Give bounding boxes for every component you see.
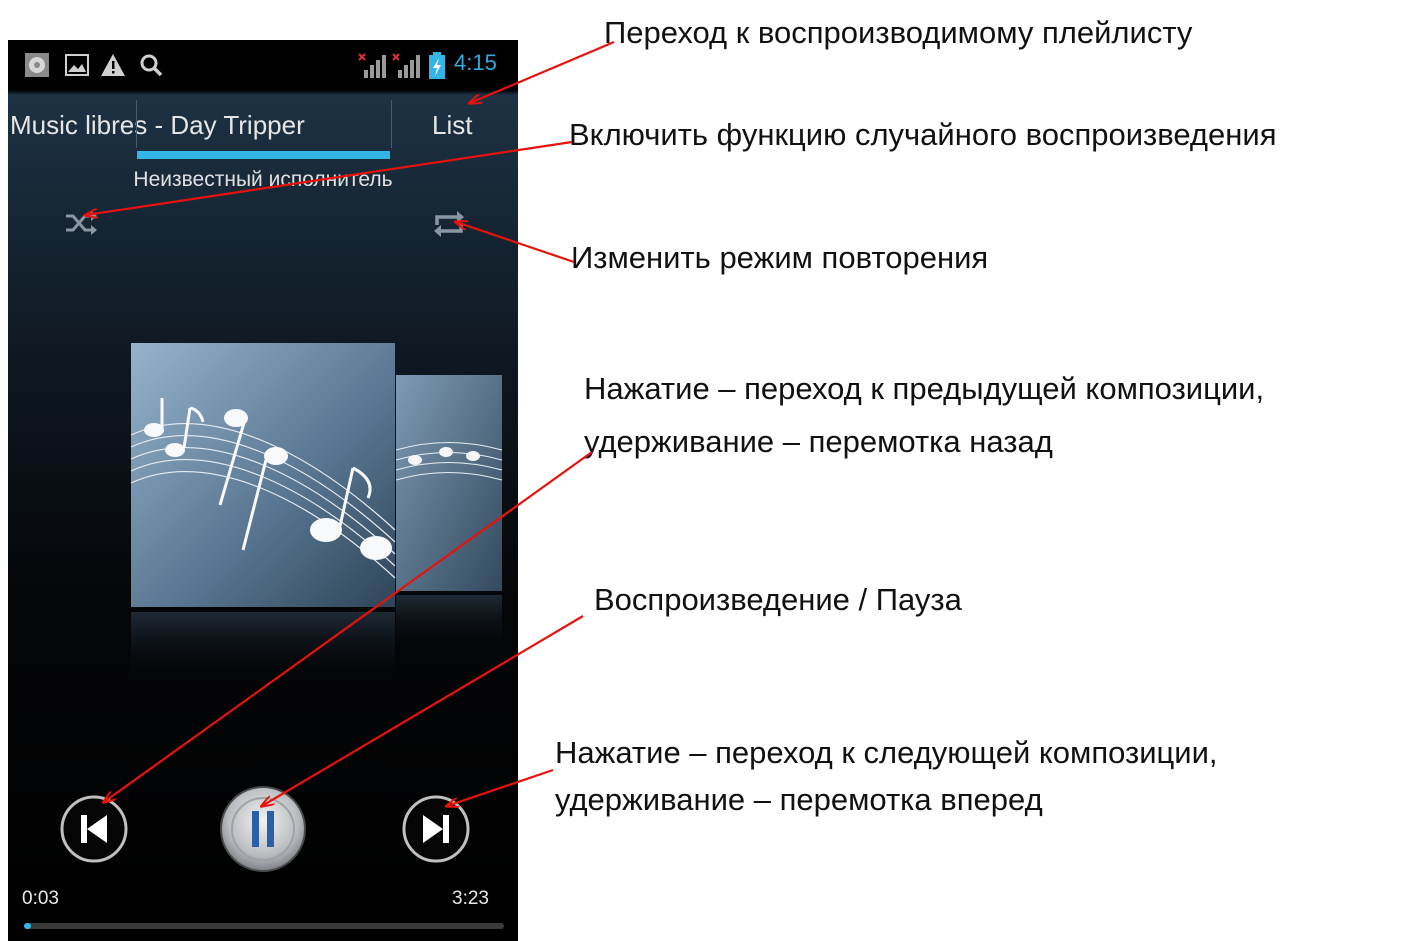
repeat-icon[interactable] <box>432 210 466 238</box>
tab-indicator <box>137 151 390 159</box>
annotation-shuffle: Включить функцию случайного воспроизведе… <box>569 117 1277 152</box>
artist-name: Неизвестный исполнитель <box>133 168 393 191</box>
status-clock: 4:15 <box>454 50 497 75</box>
annotation-next-line2: удерживание – перемотка вперед <box>555 782 1043 817</box>
annotation-next-line1: Нажатие – переход к следующей композиции… <box>555 735 1218 770</box>
signal-no-sim-icon <box>358 53 386 78</box>
elapsed-time: 0:03 <box>22 888 59 909</box>
annotation-repeat: Изменить режим повторения <box>571 240 989 275</box>
annotation-previous-line1: Нажатие – переход к предыдущей композици… <box>584 371 1265 406</box>
annotation-play-pause: Воспроизведение / Пауза <box>594 582 962 617</box>
play-pause-button[interactable] <box>218 784 308 874</box>
shuffle-icon[interactable] <box>64 210 98 236</box>
gallery-icon <box>65 54 89 76</box>
warning-icon <box>101 54 125 76</box>
seek-bar-progress <box>24 923 32 929</box>
tab-divider <box>391 100 392 148</box>
app-disc-icon <box>25 53 49 77</box>
signal-no-sim-icon <box>392 53 420 78</box>
seek-bar[interactable] <box>24 923 504 929</box>
search-icon <box>140 54 163 77</box>
total-time: 3:23 <box>452 888 489 909</box>
tab-now-playing[interactable]: Music libres - Day Tripper <box>10 110 305 141</box>
tab-list[interactable]: List <box>432 110 472 141</box>
album-art[interactable] <box>128 340 518 690</box>
next-button[interactable] <box>400 793 472 865</box>
tab-divider <box>136 100 137 148</box>
tab-bar: Music libres - Day Tripper List <box>8 100 518 160</box>
battery-charging-icon <box>429 52 445 79</box>
annotation-previous-line2: удерживание – перемотка назад <box>584 424 1053 459</box>
annotation-playlist: Переход к воспроизводимому плейлисту <box>604 15 1193 50</box>
previous-button[interactable] <box>58 793 130 865</box>
skip-previous-icon <box>81 815 87 843</box>
phone-screen: 4:15 Music libres - Day Tripper List Неи… <box>8 40 518 941</box>
status-bar: 4:15 <box>8 40 518 90</box>
